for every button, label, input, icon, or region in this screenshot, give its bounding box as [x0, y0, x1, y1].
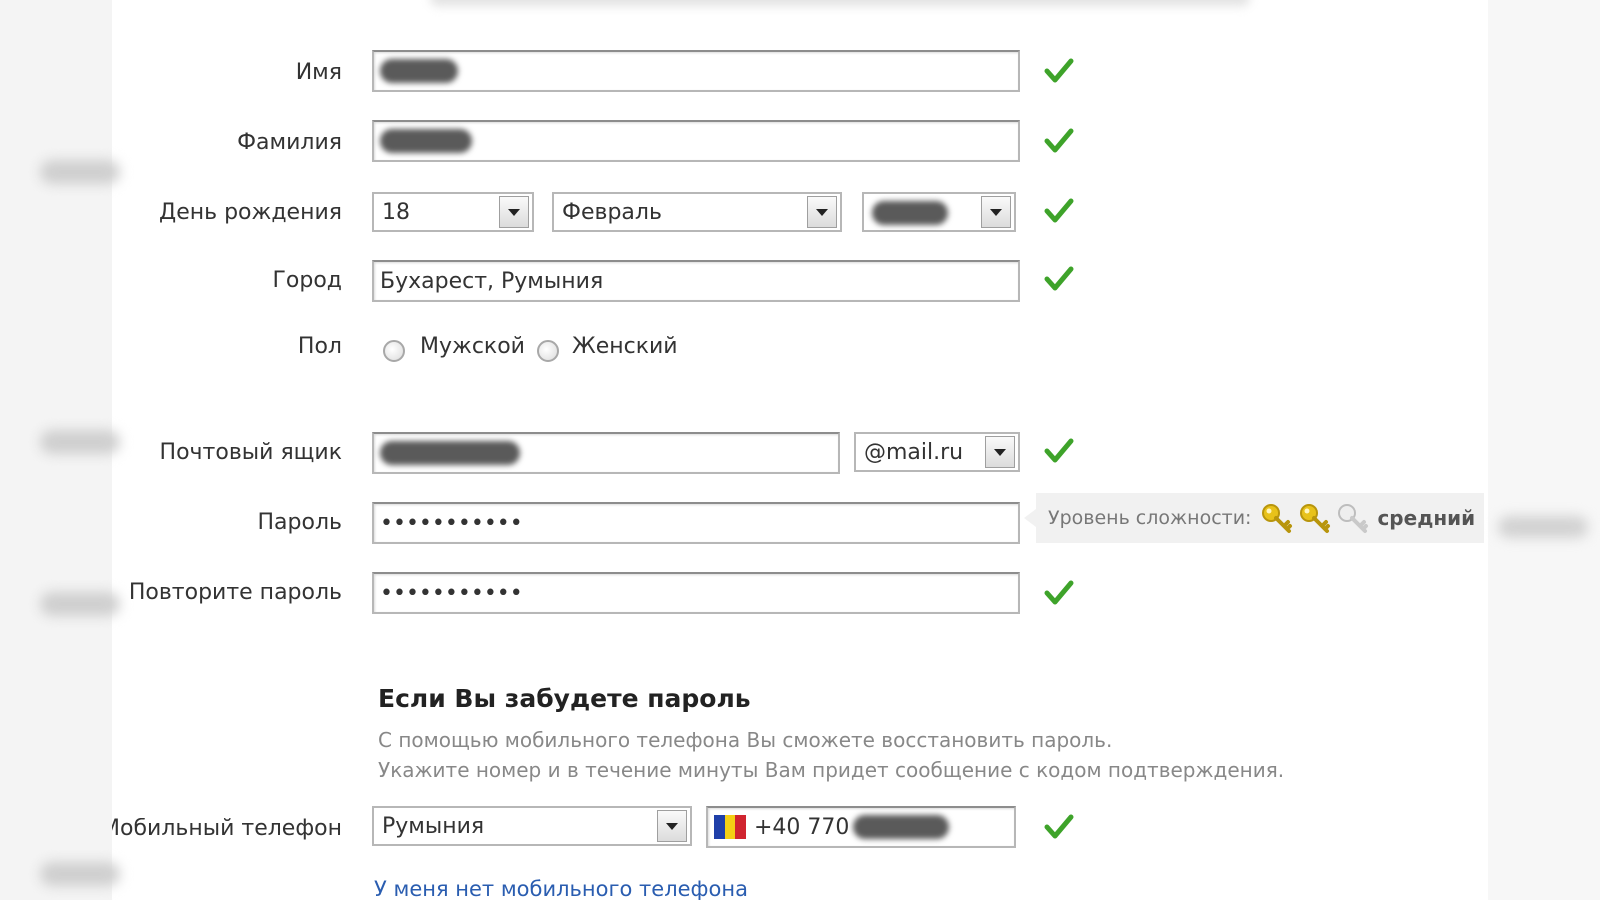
password-label: Пароль — [257, 510, 342, 535]
blurred-text — [40, 592, 120, 616]
password-value: ••••••••••• — [380, 510, 523, 536]
cropped-heading — [430, 0, 1250, 6]
flag-romania-icon — [714, 815, 747, 839]
dropdown-arrow-icon[interactable] — [657, 810, 687, 842]
phone-prefix: +40 770 — [754, 814, 850, 840]
gender-male-radio[interactable] — [383, 340, 405, 362]
strength-level: средний — [1377, 506, 1476, 530]
checkmark-icon — [1044, 814, 1074, 839]
checkmark-icon — [1044, 438, 1074, 463]
password-repeat-label: Повторите пароль — [128, 580, 342, 605]
birthday-year-select[interactable] — [862, 192, 1016, 232]
gender-female-radio[interactable] — [537, 340, 559, 362]
checkmark-icon — [1044, 580, 1074, 605]
background-blur-right — [1488, 0, 1600, 900]
password-repeat-value: ••••••••••• — [380, 580, 523, 606]
blurred-text — [1498, 516, 1588, 538]
city-label: Город — [272, 268, 342, 293]
gender-male-label[interactable]: Мужской — [420, 334, 525, 359]
no-mobile-phone-link[interactable]: У меня нет мобильного телефона — [374, 877, 748, 900]
recovery-title: Если Вы забудете пароль — [378, 684, 751, 713]
city-input[interactable]: Бухарест, Румыния — [372, 260, 1020, 302]
gender-label: Пол — [297, 334, 342, 359]
recovery-hint-line-2: Укажите номер и в течение минуты Вам при… — [378, 758, 1285, 782]
birthday-day-select[interactable]: 18 — [372, 192, 534, 232]
strength-keys — [1259, 501, 1369, 535]
checkmark-icon — [1044, 266, 1074, 291]
key-icon — [1262, 504, 1293, 533]
first-name-input[interactable] — [372, 50, 1020, 92]
tooltip-pointer — [1024, 509, 1036, 527]
blurred-text — [40, 862, 120, 886]
birthday-month-select[interactable]: Февраль — [552, 192, 842, 232]
dropdown-arrow-icon[interactable] — [985, 436, 1015, 468]
background-blur-left — [0, 0, 120, 900]
redacted-value — [380, 59, 458, 83]
last-name-label: Фамилия — [237, 130, 342, 155]
redacted-value — [853, 815, 950, 839]
dropdown-arrow-icon[interactable] — [807, 196, 837, 228]
birthday-year-value — [872, 200, 981, 225]
birthday-month-value: Февраль — [562, 199, 662, 225]
checkmark-icon — [1044, 58, 1074, 83]
mobile-phone-label: Мобильный телефон — [112, 818, 342, 840]
gender-female-label[interactable]: Женский — [572, 334, 678, 359]
last-name-input[interactable] — [372, 120, 1020, 162]
birthday-day-value: 18 — [382, 199, 410, 225]
checkmark-icon — [1044, 198, 1074, 223]
recovery-hint-line-1: С помощью мобильного телефона Вы сможете… — [378, 728, 1113, 752]
redacted-value — [380, 129, 472, 153]
checkmark-icon — [1044, 128, 1074, 153]
key-icon — [1338, 504, 1369, 533]
mailbox-input[interactable] — [372, 432, 840, 474]
strength-label: Уровень сложности: — [1048, 507, 1252, 529]
key-icon — [1300, 504, 1331, 533]
blurred-text — [40, 430, 120, 454]
dropdown-arrow-icon[interactable] — [499, 196, 529, 228]
password-input[interactable]: ••••••••••• — [372, 502, 1020, 544]
password-repeat-input[interactable]: ••••••••••• — [372, 572, 1020, 614]
phone-number-input[interactable]: +40 770 — [706, 806, 1016, 848]
redacted-value — [380, 441, 520, 465]
password-strength-indicator: Уровень сложности: средний — [1024, 493, 1484, 543]
mail-domain-select[interactable]: @mail.ru — [854, 432, 1020, 472]
mailbox-label: Почтовый ящик — [159, 440, 342, 465]
phone-country-select[interactable]: Румыния — [372, 806, 692, 846]
blurred-text — [40, 160, 120, 184]
mail-domain-value: @mail.ru — [864, 439, 964, 465]
city-value: Бухарест, Румыния — [380, 268, 604, 294]
dropdown-arrow-icon[interactable] — [981, 196, 1011, 228]
phone-country-value: Румыния — [382, 813, 485, 839]
first-name-label: Имя — [295, 60, 342, 85]
birthday-label: День рождения — [159, 200, 342, 225]
